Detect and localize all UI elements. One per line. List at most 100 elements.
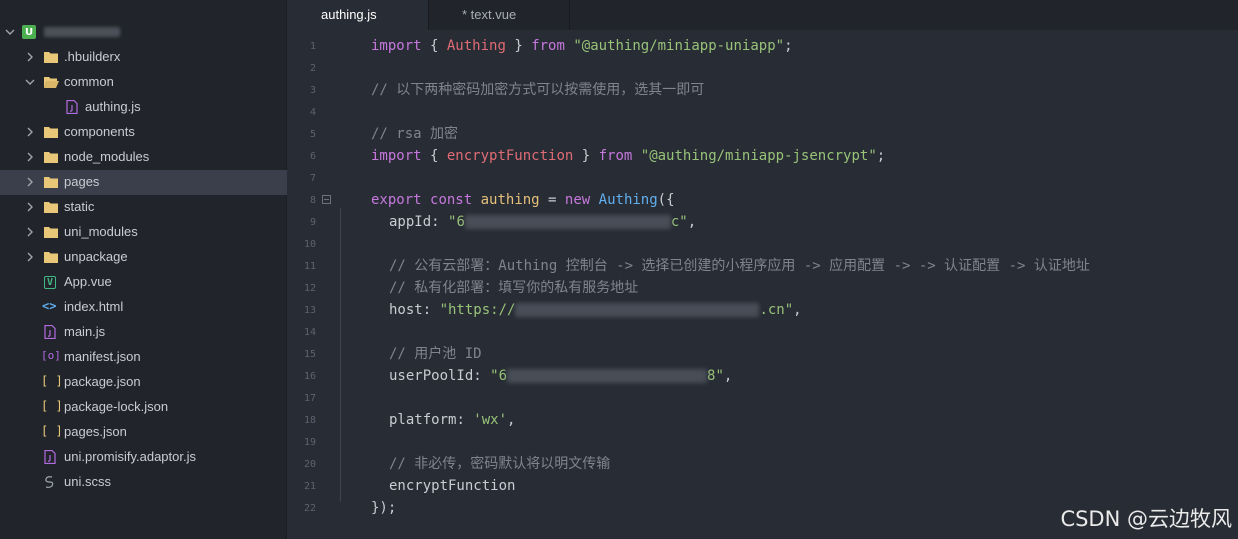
tree-item-static[interactable]: static	[0, 195, 287, 220]
tree-item-uni-modules[interactable]: uni_modules	[0, 220, 287, 245]
code-token: Authing	[446, 38, 506, 54]
redacted-value	[507, 369, 708, 383]
tree-item-label: .hbuilderx	[64, 49, 121, 64]
tree-item-pages-json[interactable]: [ ] pages.json	[0, 420, 287, 445]
line-number: 12	[303, 283, 316, 294]
tree-item-pages[interactable]: pages	[0, 170, 287, 195]
code-line-9: appId: "6 c",	[389, 211, 696, 233]
tab-text-vue[interactable]: * text.vue	[429, 0, 570, 30]
code-token: ;	[876, 148, 886, 164]
line-number: 13	[303, 305, 316, 316]
tab-authing-js[interactable]: authing.js	[288, 0, 429, 30]
line-number: 20	[303, 459, 316, 470]
tree-item-uni-scss[interactable]: uni.scss	[0, 470, 287, 495]
chevron-right-icon	[27, 227, 33, 237]
tree-item-label: pages.json	[64, 424, 127, 439]
tree-item-authing-js[interactable]: authing.js	[0, 95, 287, 120]
tree-item-main-js[interactable]: main.js	[0, 320, 287, 345]
code-line-18: platform: 'wx',	[389, 409, 515, 431]
chevron-right-icon	[27, 127, 33, 137]
line-number: 21	[303, 481, 316, 492]
line-number: 19	[303, 437, 316, 448]
code-token: import	[371, 38, 422, 54]
chevron-right-icon	[27, 177, 33, 187]
code-token: host	[389, 302, 423, 318]
tree-item-label: uni.scss	[64, 474, 111, 489]
folder-icon	[44, 227, 58, 238]
tree-item-app-vue[interactable]: V App.vue	[0, 270, 287, 295]
tree-item-node-modules[interactable]: node_modules	[0, 145, 287, 170]
line-number: 16	[303, 371, 316, 382]
code-line-1: import { Authing } from "@authing/miniap…	[371, 35, 793, 57]
tree-item-label: common	[64, 74, 114, 89]
code-token: 8"	[707, 368, 724, 384]
chevron-right-icon	[27, 152, 33, 162]
redacted-value	[515, 303, 760, 317]
code-token: export	[371, 192, 422, 208]
tree-item-package-lock-json[interactable]: [ ] package-lock.json	[0, 395, 287, 420]
project-root-row[interactable]: U	[0, 20, 287, 44]
code-token: ;	[784, 38, 793, 54]
code-token: Authing	[598, 192, 658, 208]
code-token: {	[421, 148, 447, 164]
line-number: 10	[303, 239, 316, 250]
scss-file-icon	[45, 476, 54, 488]
code-editor[interactable]: 1 2 3 4 5 6 7 8 9 10 11 12 13 14 15 16 1…	[288, 30, 1238, 539]
line-number: 15	[303, 349, 316, 360]
code-token: ,	[507, 412, 516, 428]
js-file-icon	[44, 450, 56, 464]
code-token: "https://	[439, 302, 516, 318]
code-line-5: // rsa 加密	[371, 126, 459, 142]
tree-item-hbuilderx[interactable]: .hbuilderx	[0, 45, 287, 70]
project-name-redacted	[44, 27, 120, 37]
code-token: platform	[389, 412, 457, 428]
code-token: .cn"	[759, 302, 794, 318]
js-file-icon	[66, 100, 78, 114]
code-token: from	[598, 148, 633, 164]
code-line-11: // 公有云部署：Authing 控制台 -> 选择已创建的小程序应用 -> 应…	[389, 258, 1090, 274]
code-token: :	[431, 214, 449, 230]
code-token: 'wx'	[473, 412, 508, 428]
tree-item-components[interactable]: components	[0, 120, 287, 145]
line-number: 8	[309, 195, 316, 206]
code-token: authing	[480, 192, 540, 208]
tree-item-label: main.js	[64, 324, 106, 339]
tree-item-label: unpackage	[64, 249, 128, 264]
tree-item-uni-promisify-adaptor-js[interactable]: uni.promisify.adaptor.js	[0, 445, 287, 470]
line-number: 2	[309, 63, 316, 74]
tree-item-manifest-json[interactable]: [o] manifest.json	[0, 345, 287, 370]
manifest-file-icon: [o]	[41, 349, 61, 362]
json-file-icon: [ ]	[41, 399, 63, 413]
tree-item-label: static	[64, 199, 95, 214]
folder-icon	[44, 152, 58, 163]
tree-item-label: manifest.json	[64, 349, 141, 364]
code-token: {	[421, 38, 447, 54]
tree-item-unpackage[interactable]: unpackage	[0, 245, 287, 270]
tree-item-label: pages	[64, 174, 100, 189]
tree-item-label: uni_modules	[64, 224, 138, 239]
tree-item-index-html[interactable]: <> index.html	[0, 295, 287, 320]
code-token: import	[371, 148, 422, 164]
chevron-right-icon	[27, 202, 33, 212]
js-file-icon	[44, 325, 56, 339]
fold-guide-line	[340, 208, 341, 502]
code-line-15: // 用户池 ID	[389, 346, 482, 362]
code-token: }	[505, 38, 532, 54]
line-number: 5	[309, 129, 316, 140]
line-number-gutter: 1 2 3 4 5 6 7 8 9 10 11 12 13 14 15 16 1…	[288, 30, 328, 539]
code-token: =	[539, 192, 565, 208]
tree-item-label: uni.promisify.adaptor.js	[64, 449, 196, 464]
line-number: 9	[309, 217, 316, 228]
code-token: const	[430, 192, 473, 208]
tree-item-label: node_modules	[64, 149, 150, 164]
code-token: "6	[490, 368, 508, 384]
tree-item-common[interactable]: common	[0, 70, 287, 95]
line-number: 4	[309, 107, 316, 118]
chevron-right-icon	[27, 52, 33, 62]
code-token: ,	[687, 214, 697, 230]
tree-item-label: authing.js	[85, 99, 141, 114]
tree-item-package-json[interactable]: [ ] package.json	[0, 370, 287, 395]
folder-icon	[44, 252, 58, 263]
fold-toggle-icon[interactable]	[322, 195, 331, 204]
